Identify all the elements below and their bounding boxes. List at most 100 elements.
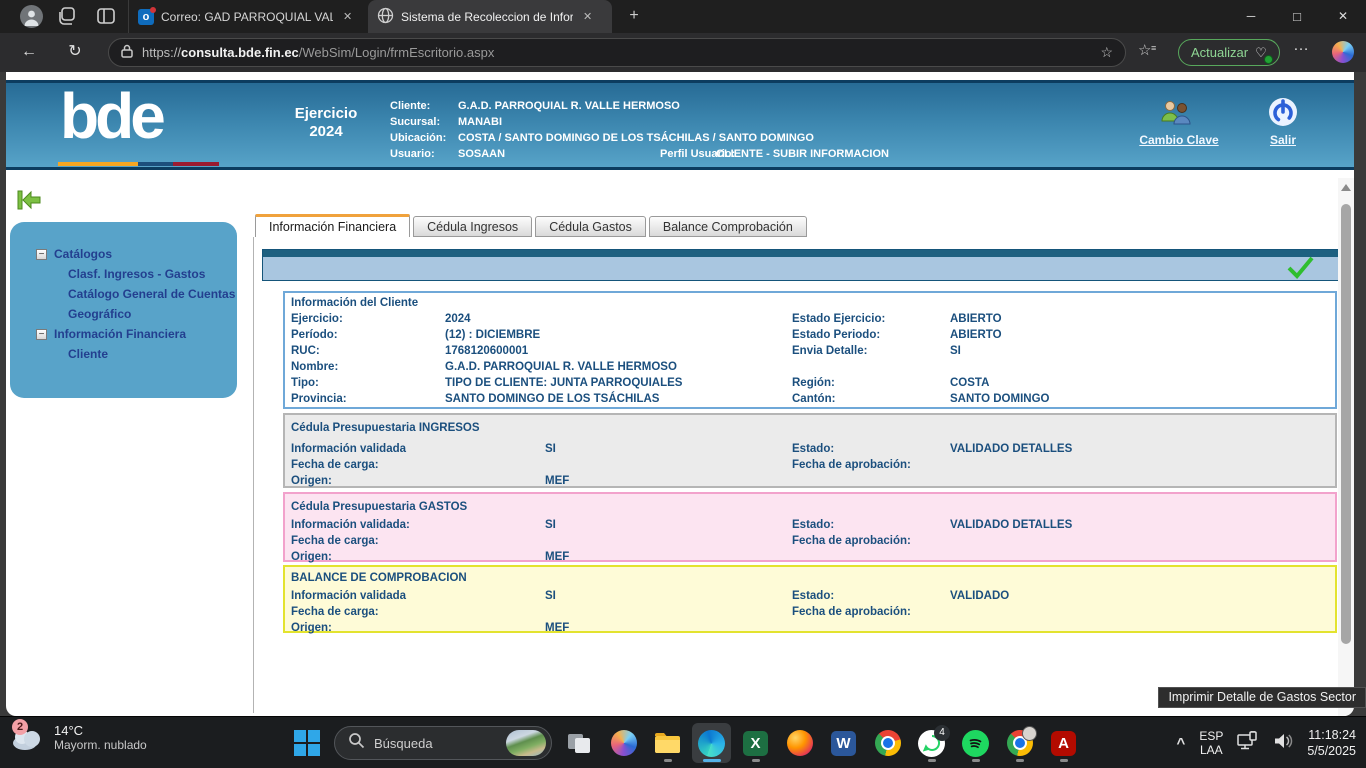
field-label: Origen: [291,622,332,634]
search-input[interactable]: Búsqueda [334,726,552,760]
copilot-taskbar-icon[interactable] [604,723,643,763]
field-value: 2024 [445,313,471,325]
field-label: Información validada [291,590,406,602]
sidebar-item-cliente[interactable]: Cliente [68,347,108,361]
field-label: Fecha de carga: [291,535,379,547]
browser-tab-title: Sistema de Recoleccion de Inform [401,10,573,24]
content-tabs: Información Financiera Cédula Ingresos C… [255,214,810,237]
field-label: Estado: [792,590,834,602]
tray-date: 5/5/2025 [1307,743,1356,759]
field-value: VALIDADO DETALLES [950,519,1072,531]
search-highlight-image [506,730,546,756]
profile-avatar-icon[interactable] [20,5,43,28]
tab-cedula-ingresos[interactable]: Cédula Ingresos [413,216,532,237]
close-window-button[interactable]: ✕ [1320,0,1366,33]
outlook-icon: o [138,9,154,25]
add-favorite-icon[interactable]: ☆ [1100,44,1113,61]
field-label: Ejercicio: [291,313,343,325]
field-label: Información validada [291,443,406,455]
sidebar-item-catalogo-general[interactable]: Catálogo General de Cuentas [68,287,235,301]
address-bar[interactable]: https://consulta.bde.fin.ec/WebSim/Login… [108,38,1126,67]
sidebar-item-informacion-financiera[interactable]: Información Financiera [54,327,186,341]
cambio-clave-link[interactable]: Cambio Clave [1134,133,1224,147]
url-scheme: https:// [142,45,181,60]
minimize-button[interactable]: ─ [1228,0,1274,33]
tab-balance-comprobacion[interactable]: Balance Comprobación [649,216,807,237]
power-icon[interactable] [1268,97,1298,132]
chrome-profile-icon[interactable] [1000,723,1039,763]
checkmark-icon[interactable] [1285,255,1315,279]
field-value: SI [950,345,961,357]
url-path: /WebSim/Login/frmEscritorio.aspx [299,45,495,60]
tooltip: Imprimir Detalle de Gastos Sector [1158,687,1366,708]
field-label: Fecha de aprobación: [792,459,911,471]
acrobat-icon[interactable]: A [1044,723,1083,763]
browser-tab-active[interactable]: Sistema de Recoleccion de Inform ✕ [368,0,612,33]
field-label: Período: [291,329,338,341]
tray-chevron-icon[interactable]: ^ [1177,735,1186,752]
spotify-icon[interactable] [956,723,995,763]
field-label: Estado: [792,443,834,455]
file-explorer-icon[interactable] [648,723,687,763]
collapse-icon[interactable]: − [36,249,47,260]
tab-informacion-financiera[interactable]: Información Financiera [255,214,410,237]
field-label: Tipo: [291,377,319,389]
tab-cedula-gastos[interactable]: Cédula Gastos [535,216,646,237]
new-tab-button[interactable]: + [622,4,646,28]
refresh-button[interactable]: ↻ [62,39,88,65]
salir-link[interactable]: Salir [1258,133,1308,147]
favorites-icon[interactable]: ☆≡ [1138,41,1151,59]
language-indicator[interactable]: ESP LAA [1199,729,1223,757]
actualizar-label: Actualizar [1191,45,1248,60]
network-icon[interactable] [1237,731,1259,756]
workspaces-icon[interactable] [57,6,77,31]
whatsapp-icon[interactable]: 4 [912,723,951,763]
scrollbar-thumb[interactable] [1341,204,1351,644]
volume-icon[interactable] [1273,732,1293,755]
url-host: consulta.bde.fin.ec [181,45,299,60]
field-label: Fecha de carga: [291,606,379,618]
whatsapp-badge: 4 [934,725,950,741]
firefox-icon[interactable] [780,723,819,763]
actualizar-button[interactable]: Actualizar ♡ [1178,39,1280,66]
weather-widget[interactable]: 2 14°C Mayorm. nublado [10,722,147,752]
browser-essentials-icon: ♡ [1255,45,1267,61]
sidebar-item-catalogos[interactable]: Catálogos [54,247,112,261]
collapse-icon[interactable]: − [36,329,47,340]
copilot-icon[interactable] [1332,41,1354,63]
clock[interactable]: 11:18:24 5/5/2025 [1307,727,1356,759]
field-value: (12) : DICIEMBRE [445,329,540,341]
close-icon[interactable]: ✕ [580,9,595,24]
field-label: Origen: [291,551,332,563]
close-icon[interactable]: ✕ [340,9,355,24]
maximize-button[interactable]: □ [1274,0,1320,33]
task-view-button[interactable] [560,723,599,763]
cliente-label: Cliente: [390,100,430,112]
collapse-menu-icon[interactable] [16,188,42,217]
word-icon[interactable]: W [824,723,863,763]
balance-comprobacion-panel: BALANCE DE COMPROBACION Información vali… [283,565,1337,633]
logo-bar-orange [58,162,138,166]
sidebar-item-clasf-ingresos-gastos[interactable]: Clasf. Ingresos - Gastos [68,267,205,281]
weather-badge: 2 [12,719,28,735]
scroll-up-arrow[interactable] [1341,184,1351,191]
lock-icon [121,44,133,61]
field-label: Región: [792,377,835,389]
sidebar-item-geografico[interactable]: Geográfico [68,307,131,321]
ejercicio-box: Ejercicio 2024 [276,105,376,141]
field-value: ABIERTO [950,329,1002,341]
more-options-button[interactable]: … [1293,37,1310,55]
field-label: Información validada: [291,519,410,531]
page-scrollbar[interactable] [1338,178,1354,716]
vertical-tabs-icon[interactable] [96,6,116,31]
tray-time: 11:18:24 [1307,727,1356,743]
field-value: SANTO DOMINGO DE LOS TSÁCHILAS [445,393,659,405]
chrome-icon[interactable] [868,723,907,763]
browser-tab-mail[interactable]: o Correo: GAD PARROQUIAL VALLE ✕ [128,0,366,33]
back-button[interactable]: ← [16,39,42,65]
edge-icon[interactable] [692,723,731,763]
users-icon[interactable] [1158,99,1194,132]
excel-icon[interactable]: X [736,723,775,763]
ubicacion-value: COSTA / SANTO DOMINGO DE LOS TSÁCHILAS /… [458,132,814,144]
start-button[interactable] [294,730,320,756]
